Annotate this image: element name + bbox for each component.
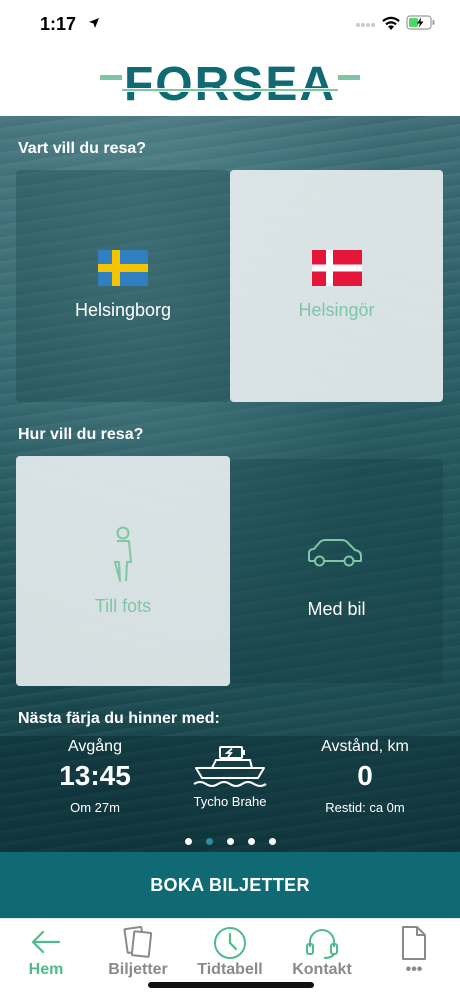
book-tickets-button[interactable]: BOKA BILJETTER bbox=[0, 852, 460, 918]
distance-info: Avstånd, km 0 Restid: ca 0m bbox=[290, 738, 440, 815]
destination-title: Vart vill du resa? bbox=[18, 140, 147, 157]
destination-option-helsingborg[interactable]: Helsingborg bbox=[16, 170, 230, 402]
page-dot[interactable] bbox=[247, 838, 255, 845]
tab-more[interactable]: ••• bbox=[368, 919, 460, 996]
svg-text:FORSEA: FORSEA bbox=[124, 58, 336, 110]
arrow-left-icon bbox=[31, 930, 61, 954]
travel-option-walk[interactable]: Till fots bbox=[16, 456, 230, 686]
departure-info: Avgång 13:45 Om 27m bbox=[20, 738, 170, 815]
tab-label: Hem bbox=[28, 961, 64, 978]
travel-label: Med bil bbox=[307, 599, 366, 619]
wifi-icon bbox=[382, 16, 400, 30]
tab-label: Tidtabell bbox=[197, 961, 263, 978]
ship-info: Tycho Brahe bbox=[160, 744, 300, 809]
walking-person-icon bbox=[114, 526, 132, 582]
forsea-logo: FORSEA bbox=[100, 58, 360, 110]
location-arrow-icon bbox=[89, 18, 99, 28]
tab-label: ••• bbox=[405, 961, 423, 978]
departure-time: 13:45 bbox=[59, 760, 131, 791]
status-time: 1:17 bbox=[40, 14, 77, 34]
document-icon bbox=[402, 926, 426, 960]
travel-label: Till fots bbox=[94, 596, 152, 616]
status-bar: 1:17 bbox=[0, 0, 460, 50]
departure-countdown: Om 27m bbox=[70, 800, 120, 815]
ferry-page-indicator[interactable] bbox=[0, 832, 460, 850]
tickets-icon bbox=[123, 925, 153, 958]
travel-time: Restid: ca 0m bbox=[325, 800, 405, 815]
tab-home[interactable]: Hem bbox=[0, 919, 92, 996]
signal-dots-icon bbox=[356, 23, 375, 27]
home-indicator bbox=[148, 982, 314, 988]
battery-charging-icon bbox=[406, 15, 435, 30]
ship-name: Tycho Brahe bbox=[193, 794, 267, 809]
app-header: FORSEA bbox=[0, 50, 460, 116]
tab-label: Kontakt bbox=[292, 961, 352, 978]
destination-label: Helsingör bbox=[298, 300, 375, 320]
clock-icon bbox=[214, 927, 246, 959]
destination-label: Helsingborg bbox=[74, 300, 172, 320]
sweden-flag-icon bbox=[98, 250, 148, 286]
car-icon bbox=[308, 539, 362, 567]
distance-label: Avstånd, km bbox=[321, 738, 409, 755]
travel-mode-title: Hur vill du resa? bbox=[18, 426, 144, 443]
headset-icon bbox=[306, 929, 338, 959]
main-content: Vart vill du resa? Helsingborg Helsingör… bbox=[0, 116, 460, 852]
tab-label: Biljetter bbox=[108, 961, 168, 978]
distance-value: 0 bbox=[357, 760, 373, 791]
page-dot[interactable] bbox=[268, 838, 276, 845]
departure-label: Avgång bbox=[68, 738, 122, 755]
page-dot[interactable] bbox=[226, 838, 234, 845]
page-dot-active[interactable] bbox=[205, 838, 213, 845]
denmark-flag-icon bbox=[312, 250, 362, 286]
travel-option-car[interactable]: Med bil bbox=[230, 459, 443, 683]
next-ferry-title: Nästa färja du hinner med: bbox=[18, 710, 220, 727]
page-dot[interactable] bbox=[184, 838, 192, 845]
electric-ferry-icon bbox=[193, 746, 267, 787]
destination-option-helsingor[interactable]: Helsingör bbox=[230, 170, 443, 402]
